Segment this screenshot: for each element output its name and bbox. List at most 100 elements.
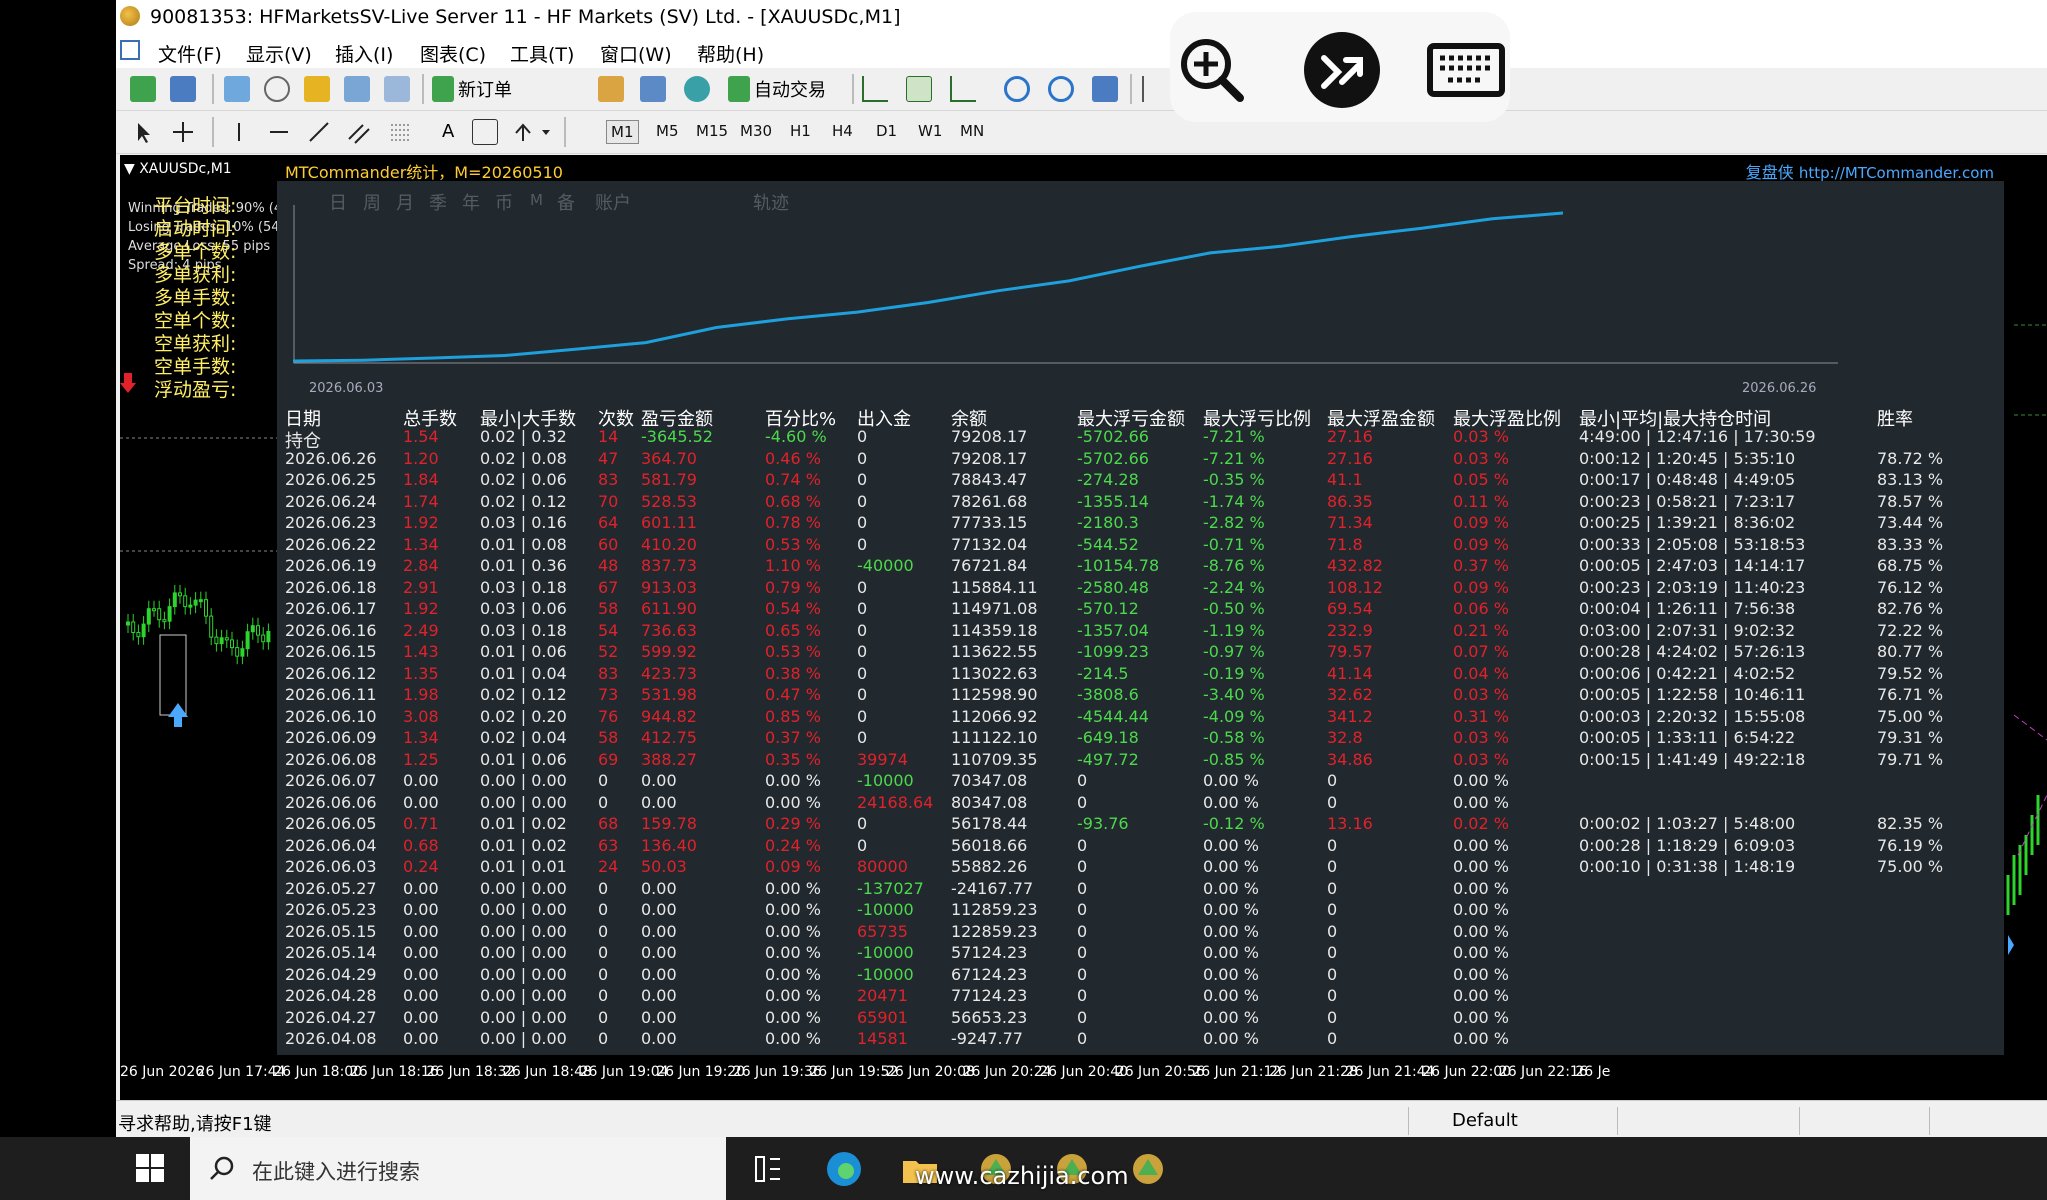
table-row: 2026.05.27 0.00 0.00 | 0.00 0 0.00 0.00 % -137… (277, 879, 2004, 901)
ea-label: 浮动盈亏: (154, 379, 237, 401)
cell-win-rate: 83.33 % (1877, 534, 1944, 554)
zoom-in-icon[interactable] (1004, 76, 1030, 102)
auto-trading-button[interactable]: 自动交易 (754, 76, 826, 102)
crosshair-icon[interactable] (170, 119, 196, 145)
ea-label: 空单手数: (154, 356, 237, 378)
cell-max-floating-profit: 34.86 (1327, 749, 1373, 769)
cell-total-lots: 1.92 (403, 599, 439, 618)
cell-max-floating-profit: 41.1 (1327, 470, 1363, 489)
cell-win-rate: 78.57 % (1877, 491, 1944, 511)
timeframe-m5[interactable]: M5 (652, 120, 683, 142)
trendline-icon[interactable] (306, 119, 332, 145)
cell-max-floating-profit: 27.16 (1327, 427, 1373, 446)
task-view-icon[interactable] (748, 1149, 788, 1189)
timeframe-d1[interactable]: D1 (872, 120, 901, 142)
cell-count: 0 (598, 900, 609, 919)
cell-max-floating-loss: -2180.3 (1077, 513, 1139, 532)
cell-hold-time: 0:00:06 | 0:42:21 | 4:02:52 (1579, 663, 1796, 683)
taskbar-search-box[interactable]: 在此键入进行搜索 (190, 1137, 726, 1200)
menu-view[interactable]: 显示(V) (246, 40, 312, 67)
keyboard-icon[interactable] (1426, 30, 1506, 110)
market-icon[interactable] (684, 76, 710, 102)
profiles-icon[interactable] (170, 76, 196, 102)
navigator-icon[interactable] (304, 76, 330, 102)
market-watch-icon[interactable] (224, 76, 250, 102)
text-tool[interactable]: A (442, 121, 454, 142)
table-row: 2026.06.24 1.74 0.02 | 0.12 70 528.53 0.68 % 0… (277, 492, 2004, 514)
timeframe-m15[interactable]: M15 (692, 120, 732, 142)
arrows-dropdown-icon[interactable] (540, 119, 552, 145)
timeframe-w1[interactable]: W1 (914, 120, 946, 142)
chart-symbol-tab[interactable]: ▼ XAUUSDc,M1 (124, 161, 272, 181)
cell-hold-time: 0:00:05 | 2:47:03 | 14:14:17 (1579, 556, 1806, 575)
cell-win-rate: 83.13 % (1877, 470, 1944, 489)
mdi-child-icon[interactable] (120, 40, 140, 60)
cell-deposit: 0 (857, 814, 868, 833)
menu-window[interactable]: 窗口(W) (600, 40, 672, 67)
menu-insert[interactable]: 插入(I) (335, 40, 393, 67)
cell-deposit: 0 (857, 663, 868, 683)
cell-percent: 0.53 % (765, 642, 821, 661)
cell-deposit: -40000 (857, 556, 914, 575)
crosshair-navigator-icon[interactable] (264, 76, 290, 102)
cell-deposit: 0 (857, 491, 868, 511)
cell-count: 24 (598, 857, 619, 876)
line-chart-icon[interactable] (950, 76, 976, 102)
auto-trading-icon[interactable] (728, 76, 750, 102)
cell-count: 0 (598, 771, 609, 790)
timeframe-h4[interactable]: H4 (828, 120, 857, 142)
strategy-tester-icon[interactable] (384, 76, 410, 102)
menu-charts[interactable]: 图表(C) (420, 40, 486, 67)
cell-percent: 0.00 % (765, 964, 821, 984)
horizontal-line-icon[interactable] (266, 119, 292, 145)
mt4-taskbar-icon[interactable] (1128, 1149, 1168, 1189)
candlestick-icon[interactable] (906, 76, 932, 102)
cell-max-floating-profit: 108.12 (1327, 577, 1383, 597)
edge-browser-icon[interactable] (824, 1149, 864, 1189)
vertical-line-icon[interactable] (226, 119, 252, 145)
cell-percent: 0.00 % (765, 878, 821, 898)
price-chart-right[interactable] (2004, 155, 2047, 1055)
timeframe-m1[interactable]: M1 (606, 120, 639, 144)
cell-max-floating-profit: 86.35 (1327, 491, 1373, 511)
cell-total-lots: 1.74 (403, 491, 439, 511)
menu-help[interactable]: 帮助(H) (697, 40, 764, 67)
zoom-out-icon[interactable] (1048, 76, 1074, 102)
mtc-brand[interactable]: 复盘侠 http://MTCommander.com (1746, 159, 1994, 183)
new-order-button[interactable]: 新订单 (458, 76, 512, 102)
cell-date: 2026.06.17 (285, 599, 377, 618)
new-chart-icon[interactable] (130, 76, 156, 102)
cell-max-floating-loss-ratio: -7.21 % (1203, 448, 1265, 468)
candle-body (136, 631, 141, 638)
cursor-icon[interactable] (130, 119, 156, 145)
signals-icon[interactable] (640, 76, 666, 102)
metaeditor-icon[interactable] (598, 76, 624, 102)
terminal-icon[interactable] (344, 76, 370, 102)
timeframe-m30[interactable]: M30 (736, 120, 776, 142)
arrows-icon[interactable] (510, 119, 536, 145)
cell-balance: 55882.26 (951, 857, 1028, 876)
cell-total-lots: 0.00 (403, 771, 439, 790)
remote-connection-icon[interactable] (1302, 30, 1382, 110)
mtc-url-link[interactable]: http://MTCommander.com (1799, 164, 1994, 182)
price-chart-left[interactable]: ▼ XAUUSDc,M1 Winning Trades: 90% (486 of… (120, 155, 277, 1055)
candle-body (261, 634, 266, 643)
fibonacci-icon[interactable] (388, 119, 414, 145)
timeframe-h1[interactable]: H1 (786, 120, 815, 142)
candle-body (157, 608, 162, 621)
cell-max-floating-loss-ratio: 0.00 % (1203, 771, 1259, 790)
tile-windows-icon[interactable] (1092, 76, 1118, 102)
timeframe-mn[interactable]: MN (956, 120, 988, 142)
new-order-icon[interactable] (432, 76, 454, 102)
zoom-in-icon[interactable] (1172, 30, 1252, 110)
chart-shift-icon[interactable] (1142, 76, 1168, 102)
table-row: 2026.05.14 0.00 0.00 | 0.00 0 0.00 0.00 % -100… (277, 943, 2004, 965)
text-label-icon[interactable] (472, 119, 498, 145)
table-row: 2026.06.04 0.68 0.01 | 0.02 63 136.40 0.24 % 0… (277, 836, 2004, 858)
windows-start-icon[interactable] (134, 1152, 166, 1184)
cell-deposit: -137027 (857, 878, 924, 898)
equidistant-channel-icon[interactable] (346, 119, 372, 145)
menu-tools[interactable]: 工具(T) (510, 40, 574, 67)
menu-file[interactable]: 文件(F) (158, 40, 222, 67)
bar-chart-icon[interactable] (862, 76, 888, 102)
